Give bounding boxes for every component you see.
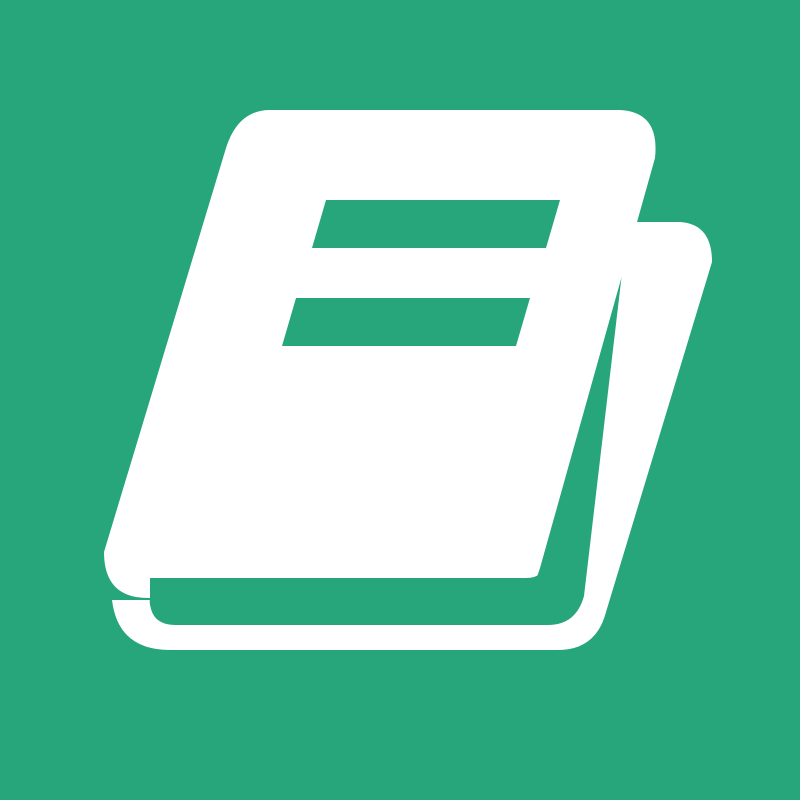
cover-line-top bbox=[312, 200, 560, 248]
book-icon bbox=[0, 0, 800, 800]
app-icon[interactable] bbox=[0, 0, 800, 800]
cover-line-bottom bbox=[282, 298, 530, 346]
